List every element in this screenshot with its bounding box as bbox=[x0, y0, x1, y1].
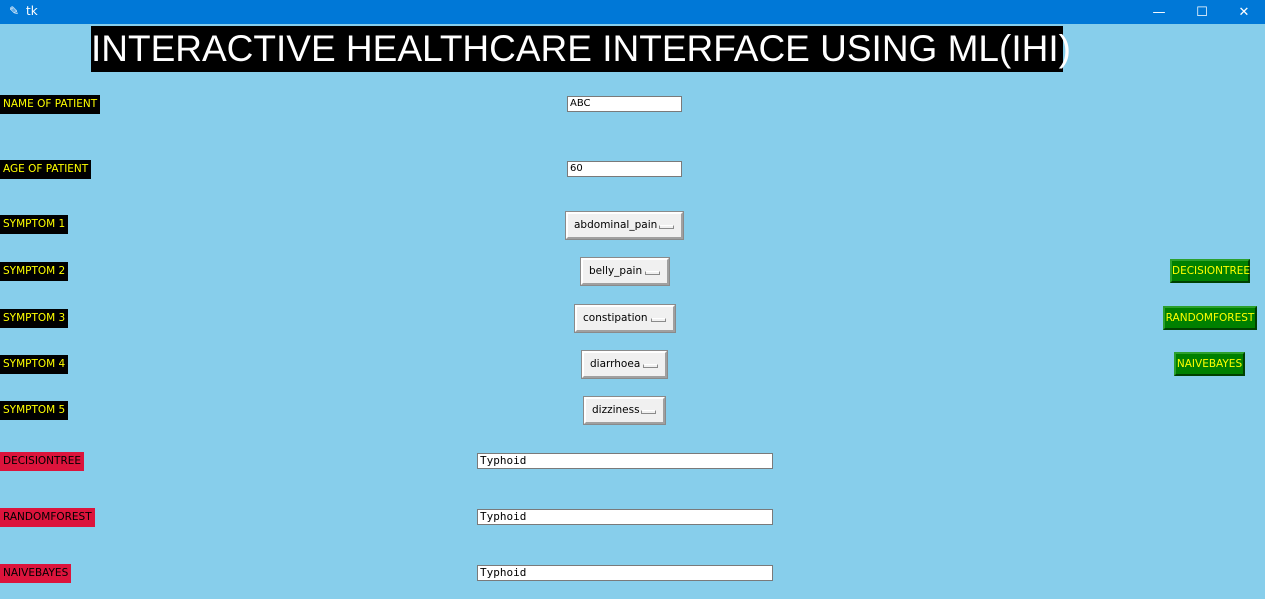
decisiontree-result-field[interactable]: Typhoid bbox=[477, 453, 773, 469]
randomforest-button[interactable]: RANDOMFOREST bbox=[1163, 306, 1257, 330]
maximize-icon: ☐ bbox=[1196, 4, 1208, 20]
minimize-button[interactable]: — bbox=[1137, 0, 1181, 24]
name-field[interactable]: ABC bbox=[567, 96, 682, 112]
randomforest-result-label: RANDOMFOREST bbox=[0, 508, 95, 527]
dropdown-indicator-icon bbox=[641, 410, 656, 414]
feather-icon: ✎ bbox=[9, 4, 20, 18]
window-titlebar: ✎ tk — ☐ ✕ bbox=[0, 0, 1265, 24]
page-title: INTERACTIVE HEALTHCARE INTERFACE USING M… bbox=[91, 26, 1071, 72]
close-icon: ✕ bbox=[1238, 4, 1250, 20]
maximize-button[interactable]: ☐ bbox=[1180, 0, 1224, 24]
decisiontree-button[interactable]: DECISIONTREE bbox=[1170, 259, 1250, 283]
symptom-4-value: diarrhoea bbox=[590, 358, 641, 370]
symptom-5-dropdown[interactable]: dizziness bbox=[583, 396, 666, 425]
symptom-2-label: SYMPTOM 2 bbox=[0, 262, 69, 281]
symptom-1-label: SYMPTOM 1 bbox=[0, 215, 69, 234]
symptom-2-dropdown[interactable]: belly_pain bbox=[580, 257, 670, 286]
naivebayes-button[interactable]: NAIVEBAYES bbox=[1174, 352, 1245, 376]
symptom-2-value: belly_pain bbox=[589, 265, 643, 277]
symptom-3-value: constipation bbox=[583, 312, 648, 324]
naivebayes-result-field[interactable]: Typhoid bbox=[477, 565, 773, 581]
close-button[interactable]: ✕ bbox=[1222, 0, 1265, 24]
symptom-3-dropdown[interactable]: constipation bbox=[574, 304, 676, 333]
dropdown-indicator-icon bbox=[651, 318, 666, 322]
decisiontree-result-label: DECISIONTREE bbox=[0, 452, 85, 471]
symptom-3-label: SYMPTOM 3 bbox=[0, 309, 69, 328]
dropdown-indicator-icon bbox=[645, 271, 660, 275]
dropdown-indicator-icon bbox=[659, 225, 674, 229]
symptom-4-label: SYMPTOM 4 bbox=[0, 355, 69, 374]
name-label: NAME OF PATIENT bbox=[0, 95, 101, 114]
symptom-1-value: abdominal_pain bbox=[574, 219, 658, 231]
symptom-1-dropdown[interactable]: abdominal_pain bbox=[565, 211, 684, 240]
symptom-5-label: SYMPTOM 5 bbox=[0, 401, 69, 420]
randomforest-result-field[interactable]: Typhoid bbox=[477, 509, 773, 525]
minimize-icon: — bbox=[1152, 4, 1166, 20]
age-field[interactable]: 60 bbox=[567, 161, 682, 177]
window-title: tk bbox=[26, 4, 38, 18]
age-label: AGE OF PATIENT bbox=[0, 160, 92, 179]
dropdown-indicator-icon bbox=[643, 364, 658, 368]
symptom-5-value: dizziness bbox=[592, 404, 640, 416]
symptom-4-dropdown[interactable]: diarrhoea bbox=[581, 350, 668, 379]
naivebayes-result-label: NAIVEBAYES bbox=[0, 564, 72, 583]
